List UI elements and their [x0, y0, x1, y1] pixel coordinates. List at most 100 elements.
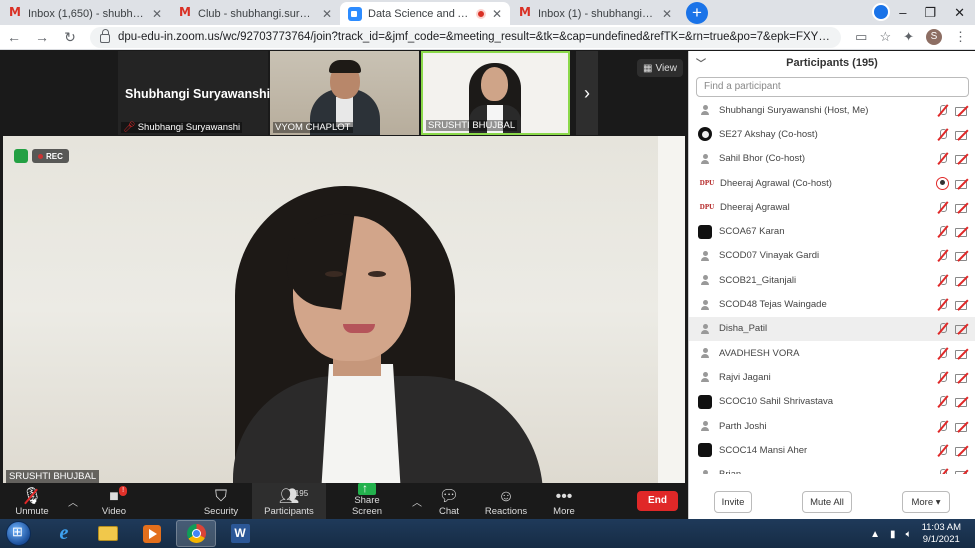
avatar — [698, 152, 712, 166]
security-button[interactable]: ⛉ Security — [198, 483, 244, 519]
mic-muted-icon — [936, 201, 949, 214]
participant-row[interactable]: Brian — [689, 462, 975, 474]
mic-muted-icon: 🎤︎ — [123, 122, 136, 133]
tray-arrow-icon[interactable]: ▲ — [870, 529, 880, 540]
windows-start-button[interactable] — [6, 521, 31, 546]
avatar[interactable]: S — [926, 29, 942, 45]
participant-row[interactable]: DPU Dheeraj Agrawal (Co-host) — [689, 171, 975, 195]
participant-name: Parth Joshi — [719, 420, 767, 432]
participant-name-big: Shubhangi Suryawanshi — [125, 87, 271, 101]
recording-indicator: REC — [14, 149, 69, 163]
avatar — [698, 249, 712, 263]
mic-muted-icon — [936, 444, 949, 457]
unmute-label: Unmute — [15, 506, 49, 517]
extensions-icon[interactable]: ✦ — [903, 29, 914, 45]
audio-options-chevron-icon[interactable]: ︿ — [68, 494, 78, 509]
participant-name: SCOC14 Mansi Aher — [719, 444, 808, 456]
rec-badge[interactable]: REC — [32, 149, 69, 163]
reload-icon[interactable]: ↻ — [56, 29, 84, 46]
shield-icon: ⛉ — [214, 488, 227, 505]
avatar — [698, 468, 712, 474]
chevron-down-icon[interactable]: ﹀ — [696, 55, 706, 70]
gmail-icon — [518, 5, 532, 19]
active-speaker-video: REC SRUSHTI BHUJBAL — [3, 136, 685, 483]
gmail-icon — [8, 5, 22, 19]
participant-row[interactable]: SE27 Akshay (Co-host) — [689, 122, 975, 146]
thumbnail-srushti[interactable]: SRUSHTI BHUJBAL — [421, 51, 570, 135]
thumbnail-shubhangi[interactable]: Shubhangi Suryawanshi 🎤︎ Shubhangi Surya… — [118, 51, 271, 135]
more-options-button[interactable]: More ▾ — [902, 491, 950, 513]
participant-row[interactable]: Parth Joshi — [689, 414, 975, 438]
panel-footer: Invite Mute All More ▾ — [689, 486, 975, 519]
reactions-button[interactable]: ☺ Reactions — [484, 483, 528, 519]
mute-all-button[interactable]: Mute All — [802, 491, 852, 513]
bookmark-star-icon[interactable]: ☆ — [879, 29, 891, 45]
panel-header: ﹀ Participants (195) — [689, 51, 975, 75]
minimize-icon[interactable]: – — [899, 5, 906, 20]
participant-row[interactable]: Sahil Bhor (Co-host) — [689, 147, 975, 171]
back-icon[interactable]: ← — [0, 29, 28, 45]
menu-kebab-icon[interactable]: ⋮ — [954, 29, 967, 45]
thumbnail-vyom[interactable]: VYOM CHAPLOT — [270, 51, 419, 135]
participant-row[interactable]: Disha_Patil — [689, 316, 975, 341]
chat-button[interactable]: 💬︎ Chat — [434, 483, 464, 519]
participant-row[interactable]: Shubhangi Suryawanshi (Host, Me) — [689, 98, 975, 122]
participant-row[interactable]: SCOC10 Sahil Shrivastava — [689, 390, 975, 414]
chrome-icon[interactable] — [176, 520, 216, 547]
share-screen-button[interactable]: Share Screen — [338, 481, 396, 519]
avatar — [698, 322, 712, 336]
participant-row[interactable]: DPU Dheeraj Agrawal — [689, 195, 975, 219]
close-icon[interactable]: ✕ — [322, 7, 332, 21]
participant-row[interactable]: AVADHESH VORA — [689, 341, 975, 365]
browser-tab-3[interactable]: Data Science and Artificial Intelligence… — [340, 2, 510, 25]
unmute-button[interactable]: 🎙︎ Unmute — [8, 483, 56, 519]
share-screen-icon — [358, 481, 376, 495]
camera-off-icon — [955, 445, 970, 456]
browser-tab-2[interactable]: Club - shubhangi.suryawanshi@dpu.edu.in … — [170, 2, 340, 25]
participant-search-input[interactable]: Find a participant — [696, 77, 969, 97]
participant-name: Dheeraj Agrawal — [720, 201, 790, 213]
address-bar[interactable]: dpu-edu-in.zoom.us/wc/92703773764/join?t… — [90, 26, 842, 48]
new-tab-button[interactable]: + — [686, 2, 708, 24]
window-close-icon[interactable]: ✕ — [954, 5, 965, 21]
end-meeting-button[interactable]: End — [637, 491, 678, 511]
share-options-chevron-icon[interactable]: ︿ — [412, 494, 422, 509]
close-icon[interactable]: ✕ — [492, 7, 502, 21]
internet-explorer-icon[interactable]: e — [44, 520, 84, 547]
tab-title: Club - shubhangi.suryawanshi@dpu.edu.in — [198, 7, 316, 20]
maximize-icon[interactable]: ❐ — [924, 5, 936, 21]
browser-tab-1[interactable]: Inbox (1,650) - shubha.s312@gmail.com ✕ — [0, 2, 170, 25]
view-button[interactable]: ▦ View — [637, 59, 683, 77]
participant-row[interactable]: SCOA67 Karan — [689, 219, 975, 243]
close-icon[interactable]: ✕ — [152, 7, 162, 21]
participant-row[interactable]: SCOD07 Vinayak Gardi — [689, 244, 975, 268]
network-icon[interactable]: ▮ — [890, 529, 896, 540]
mic-muted-icon — [936, 128, 949, 141]
participant-row[interactable]: Rajvi Jagani — [689, 365, 975, 389]
url-text: dpu-edu-in.zoom.us/wc/92703773764/join?t… — [118, 31, 831, 43]
file-explorer-icon[interactable] — [88, 520, 128, 547]
browser-tab-4[interactable]: Inbox (1) - shubhangi.dit@gmail.com ✕ — [510, 2, 680, 25]
participants-button[interactable]: 👥︎ 195 Participants — [252, 483, 326, 519]
next-page-chevron-icon[interactable]: › — [576, 51, 598, 135]
participant-row[interactable]: SCOD48 Tejas Waingade — [689, 292, 975, 316]
participant-name: SCOC10 Sahil Shrivastava — [719, 396, 834, 408]
camera-off-icon — [955, 226, 970, 238]
encryption-shield-icon[interactable] — [14, 149, 28, 163]
more-button[interactable]: ••• More — [549, 483, 579, 519]
volume-icon[interactable]: 🔈︎ — [906, 529, 912, 540]
video-button[interactable]: ■! Video — [92, 483, 136, 519]
lock-icon[interactable] — [100, 29, 110, 43]
profile-menu-icon[interactable] — [872, 3, 890, 21]
close-icon[interactable]: ✕ — [662, 7, 672, 21]
system-clock[interactable]: 11:03 AM 9/1/2021 — [922, 522, 961, 546]
camera-permission-icon[interactable]: ▭ — [855, 29, 867, 45]
participant-row[interactable]: SCOB21_Gitanjali — [689, 268, 975, 292]
invite-button[interactable]: Invite — [714, 491, 752, 513]
participant-name: SCOD48 Tejas Waingade — [719, 299, 827, 311]
word-icon[interactable]: W — [220, 520, 260, 547]
forward-icon[interactable]: → — [28, 29, 56, 45]
browser-toolbar: ← → ↻ dpu-edu-in.zoom.us/wc/92703773764/… — [0, 25, 975, 50]
media-player-icon[interactable] — [132, 520, 172, 547]
participant-row[interactable]: SCOC14 Mansi Aher — [689, 438, 975, 462]
